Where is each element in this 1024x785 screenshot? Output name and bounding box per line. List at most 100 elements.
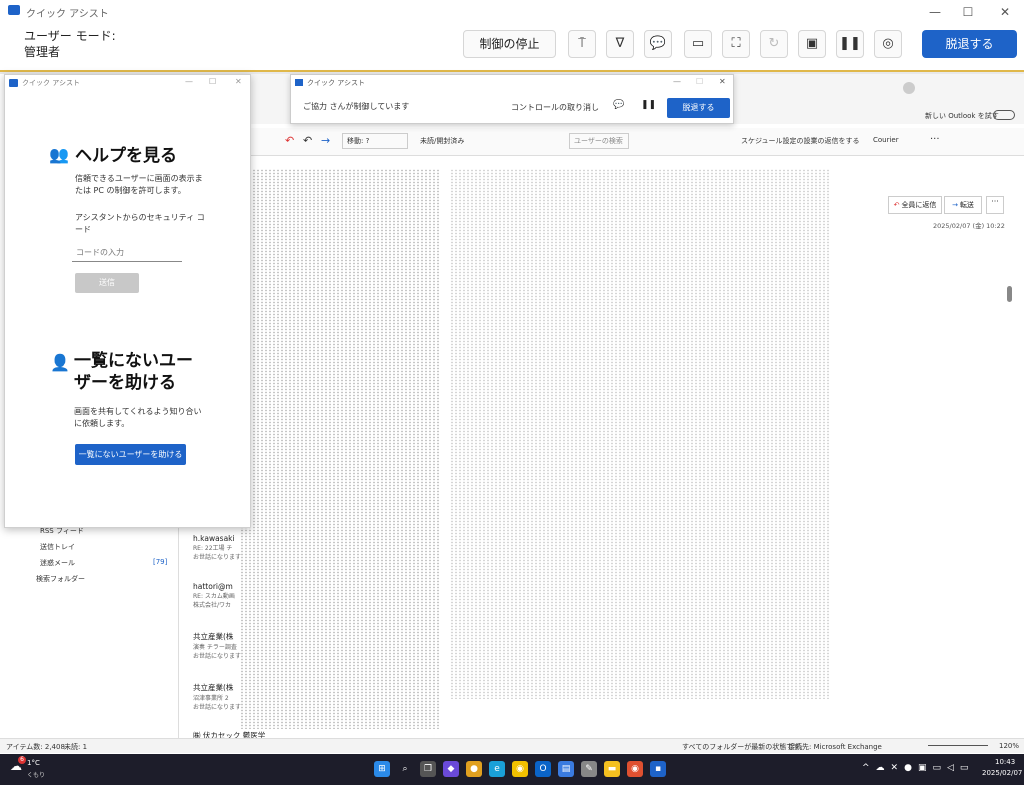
- font-dropdown[interactable]: Courier: [873, 136, 899, 144]
- unread-read-button[interactable]: 未読/開封済み: [420, 136, 464, 146]
- msg-from: h.kawasaki: [193, 534, 235, 543]
- msg-preview: お世話になります: [193, 704, 242, 711]
- forward-icon[interactable]: →: [321, 134, 330, 147]
- person-icon: 👤: [50, 353, 70, 372]
- outlook-icon[interactable]: O: [535, 761, 551, 777]
- mode-label: ユーザー モード:: [24, 29, 116, 43]
- chrome-app-icon[interactable]: ◉: [627, 761, 643, 777]
- x-icon[interactable]: ✕: [891, 763, 899, 773]
- chrome-icon[interactable]: ◉: [512, 761, 528, 777]
- new-outlook-toggle[interactable]: [993, 110, 1015, 120]
- move-dropdown[interactable]: 移動: ?: [342, 133, 408, 149]
- fullscreen-icon[interactable]: ⛶: [722, 30, 750, 58]
- reply-all-icon: ↶: [893, 201, 900, 209]
- leave-button[interactable]: 脱退する: [922, 30, 1017, 58]
- people-icon: 👥: [49, 145, 69, 164]
- control-status: ご協力 さんが制御しています: [303, 102, 410, 111]
- notepad-icon[interactable]: ✎: [581, 761, 597, 777]
- task-manager-icon[interactable]: ▣: [798, 30, 826, 58]
- unlisted-description: 画面を共有してくれるよう知り合いに依頼します。: [74, 407, 202, 428]
- obscured-list-content: [240, 169, 440, 729]
- security-code-input[interactable]: [72, 244, 182, 262]
- undo-icon[interactable]: ↶: [285, 134, 294, 147]
- maximize-icon[interactable]: ☐: [953, 2, 983, 22]
- more-icon[interactable]: ···: [930, 134, 940, 145]
- taskbar: ☁ 6 1°C くもり ⊞ ⌕ ❐ ◆ ● e ◉ O ▤ ✎ ▬ ◉ ▪ ^ …: [0, 754, 1024, 785]
- list-item[interactable]: 共立産業(株 演奏 チラー調査 お世話になります: [193, 631, 243, 660]
- weather-desc: くもり: [27, 772, 46, 779]
- folder-item[interactable]: 迷惑メール: [40, 558, 75, 568]
- msg-from: 共立産業(株: [193, 632, 234, 641]
- quick-assist-control-bar: クイック アシスト — ☐ ✕ ご協力 さんが制御しています コントロールの取り…: [290, 74, 734, 124]
- panel-title: クイック アシスト: [22, 79, 80, 87]
- close-icon[interactable]: ✕: [235, 77, 242, 86]
- maximize-icon[interactable]: ☐: [696, 77, 703, 86]
- search-user-input[interactable]: ユーザーの検索: [569, 133, 629, 149]
- list-item[interactable]: 共立産業(株 沼津事業所 2 お世話になります: [193, 682, 243, 711]
- close-icon[interactable]: ✕: [719, 77, 726, 86]
- minimize-icon[interactable]: —: [673, 77, 681, 86]
- submit-button[interactable]: 送信: [75, 273, 139, 293]
- quick-assist-app-icon: [8, 5, 20, 15]
- pause-icon[interactable]: ❚❚: [641, 100, 656, 110]
- folder-icon[interactable]: ▬: [604, 761, 620, 777]
- chevron-up-icon[interactable]: ^: [862, 763, 870, 773]
- close-icon[interactable]: ✕: [990, 2, 1020, 22]
- folder-item[interactable]: 送信トレイ: [40, 542, 75, 552]
- minimize-icon[interactable]: —: [920, 2, 950, 22]
- connection-status: 接続先: Microsoft Exchange: [788, 743, 882, 751]
- folder-pane: RSS フィード 送信トレイ 迷惑メール [79] 検索フォルダー: [30, 524, 176, 734]
- copilot-icon[interactable]: ◆: [443, 761, 459, 777]
- minimize-icon[interactable]: —: [185, 77, 193, 86]
- window-title: クイック アシスト: [26, 9, 109, 20]
- annotate-icon[interactable]: ∇: [606, 30, 634, 58]
- chat-icon[interactable]: 💬: [644, 30, 672, 58]
- battery-icon[interactable]: ▭: [960, 763, 969, 773]
- stop-icon[interactable]: ◎: [874, 30, 902, 58]
- volume-icon[interactable]: ◁: [947, 763, 954, 773]
- more-actions-button[interactable]: ···: [986, 196, 1004, 214]
- cancel-control-button[interactable]: コントロールの取り消し: [511, 102, 599, 113]
- search-icon[interactable]: ⌕: [397, 761, 413, 777]
- document-icon[interactable]: ▤: [558, 761, 574, 777]
- msg-subject: 沼津事業所 2: [193, 695, 229, 702]
- schedule-button[interactable]: スケジュール設定の設業の返信をする: [741, 136, 860, 146]
- forward-button[interactable]: → 転送: [944, 196, 982, 214]
- msg-subject: RE: スカム動画: [193, 593, 235, 600]
- edge-icon[interactable]: e: [489, 761, 505, 777]
- quick-assist-taskbar-icon[interactable]: ▪: [650, 761, 666, 777]
- security-icon[interactable]: ●: [904, 763, 912, 773]
- windows-start-icon[interactable]: ⊞: [374, 761, 390, 777]
- pause-icon[interactable]: ❚❚: [836, 30, 864, 58]
- weather-badge: 6: [18, 756, 26, 764]
- reply-all-label: 全員に返信: [901, 201, 937, 209]
- list-item[interactable]: hattori@m RE: スカム動画 株式会社/ワカ: [193, 582, 243, 609]
- reply-all-button[interactable]: ↶ 全員に返信: [888, 196, 942, 214]
- restart-icon[interactable]: ↻: [760, 30, 788, 58]
- zoom-level: 120%: [999, 742, 1020, 750]
- maximize-icon[interactable]: ☐: [209, 77, 216, 86]
- stop-control-button[interactable]: 制御の停止: [463, 30, 556, 58]
- unlisted-heading: 一覧にないユーザーを助ける: [74, 351, 193, 393]
- laser-pointer-icon[interactable]: ⍑: [568, 30, 596, 58]
- folder-item[interactable]: 検索フォルダー: [36, 574, 85, 584]
- cloud-icon[interactable]: ☁: [876, 763, 885, 773]
- scrollbar[interactable]: [1007, 286, 1012, 302]
- weather-temp: 1°C: [27, 759, 40, 767]
- msg-from: 共立産業(株: [193, 683, 234, 692]
- forward-arrow-icon: →: [952, 201, 958, 209]
- reply-icon[interactable]: ↶: [303, 134, 312, 147]
- chat-icon[interactable]: 💬: [613, 100, 624, 110]
- help-unlisted-user-button[interactable]: 一覧にないユーザーを助ける: [75, 444, 186, 465]
- forward-label: 転送: [959, 201, 974, 209]
- screen-icon[interactable]: ▭: [684, 30, 712, 58]
- browser-icon[interactable]: ●: [466, 761, 482, 777]
- task-view-icon[interactable]: ❐: [420, 761, 436, 777]
- avatar[interactable]: [903, 82, 915, 94]
- zoom-slider[interactable]: [928, 745, 988, 746]
- outlook-statusbar: アイテム数: 2,408 未読: 1 すべてのフォルダーが最新の状態です。 接続…: [0, 738, 1024, 753]
- tray-app-icon[interactable]: ▣: [918, 763, 927, 773]
- leave-button[interactable]: 脱退する: [667, 98, 730, 118]
- network-icon[interactable]: ▭: [932, 763, 941, 773]
- list-item[interactable]: h.kawasaki RE: 22工場 チお世話になります: [193, 534, 243, 561]
